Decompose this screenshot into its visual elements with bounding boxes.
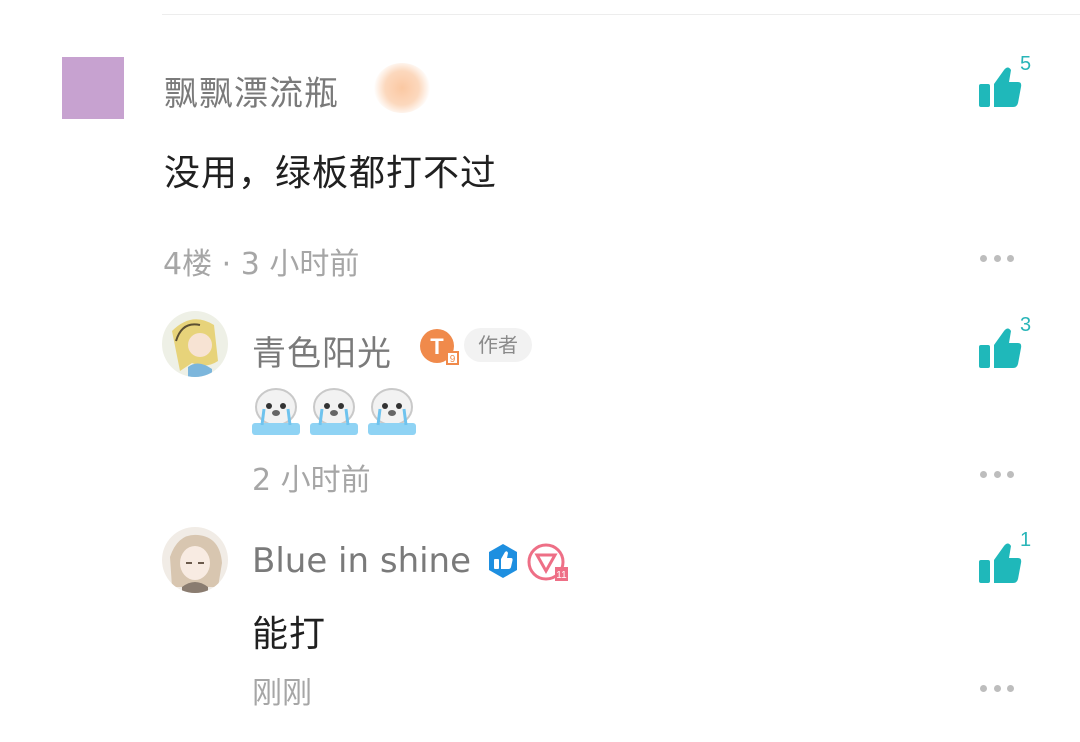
username[interactable]: 飘飘漂流瓶	[164, 66, 339, 115]
blurred-badge	[374, 63, 430, 113]
comment-text: 能打	[252, 614, 327, 655]
thumbs-up-icon[interactable]	[974, 538, 1044, 598]
svg-text:T: T	[430, 334, 444, 359]
avatar[interactable]	[162, 527, 228, 593]
verified-icon	[489, 544, 517, 578]
username[interactable]: Blue in shine	[252, 541, 471, 581]
comment-meta: 2 小时前	[252, 463, 371, 498]
crying-seal-emoji	[310, 388, 358, 435]
crying-seal-emoji	[252, 388, 300, 435]
thumbs-up-icon[interactable]	[974, 323, 1044, 383]
crying-seal-emoji	[368, 388, 416, 435]
comment-meta: 刚刚	[252, 676, 312, 711]
comment-text: 没用，绿板都打不过	[164, 153, 498, 194]
like-count: 1	[1020, 529, 1032, 551]
like-count: 5	[1020, 53, 1032, 75]
avatar[interactable]	[62, 57, 124, 119]
emoji-row	[250, 385, 418, 437]
more-dots-icon[interactable]	[980, 469, 1014, 479]
svg-text:9: 9	[450, 354, 456, 365]
author-badge: 作者	[464, 328, 532, 362]
thumbs-up-icon[interactable]	[974, 62, 1044, 122]
level-badge-icon: T 9	[420, 329, 459, 365]
more-dots-icon[interactable]	[980, 253, 1014, 263]
comment-meta: 4楼 · 3 小时前	[163, 247, 360, 282]
svg-text:11: 11	[556, 570, 567, 581]
level-badge-icon: 11	[527, 543, 568, 581]
avatar[interactable]	[162, 311, 228, 377]
comment-thread: 飘飘漂流瓶 没用，绿板都打不过 4楼 · 3 小时前 5 青色阳光 T 9 作者…	[0, 0, 1080, 742]
username[interactable]: 青色阳光	[252, 326, 392, 375]
more-dots-icon[interactable]	[980, 683, 1014, 693]
divider	[162, 14, 1080, 15]
like-count: 3	[1020, 314, 1032, 336]
